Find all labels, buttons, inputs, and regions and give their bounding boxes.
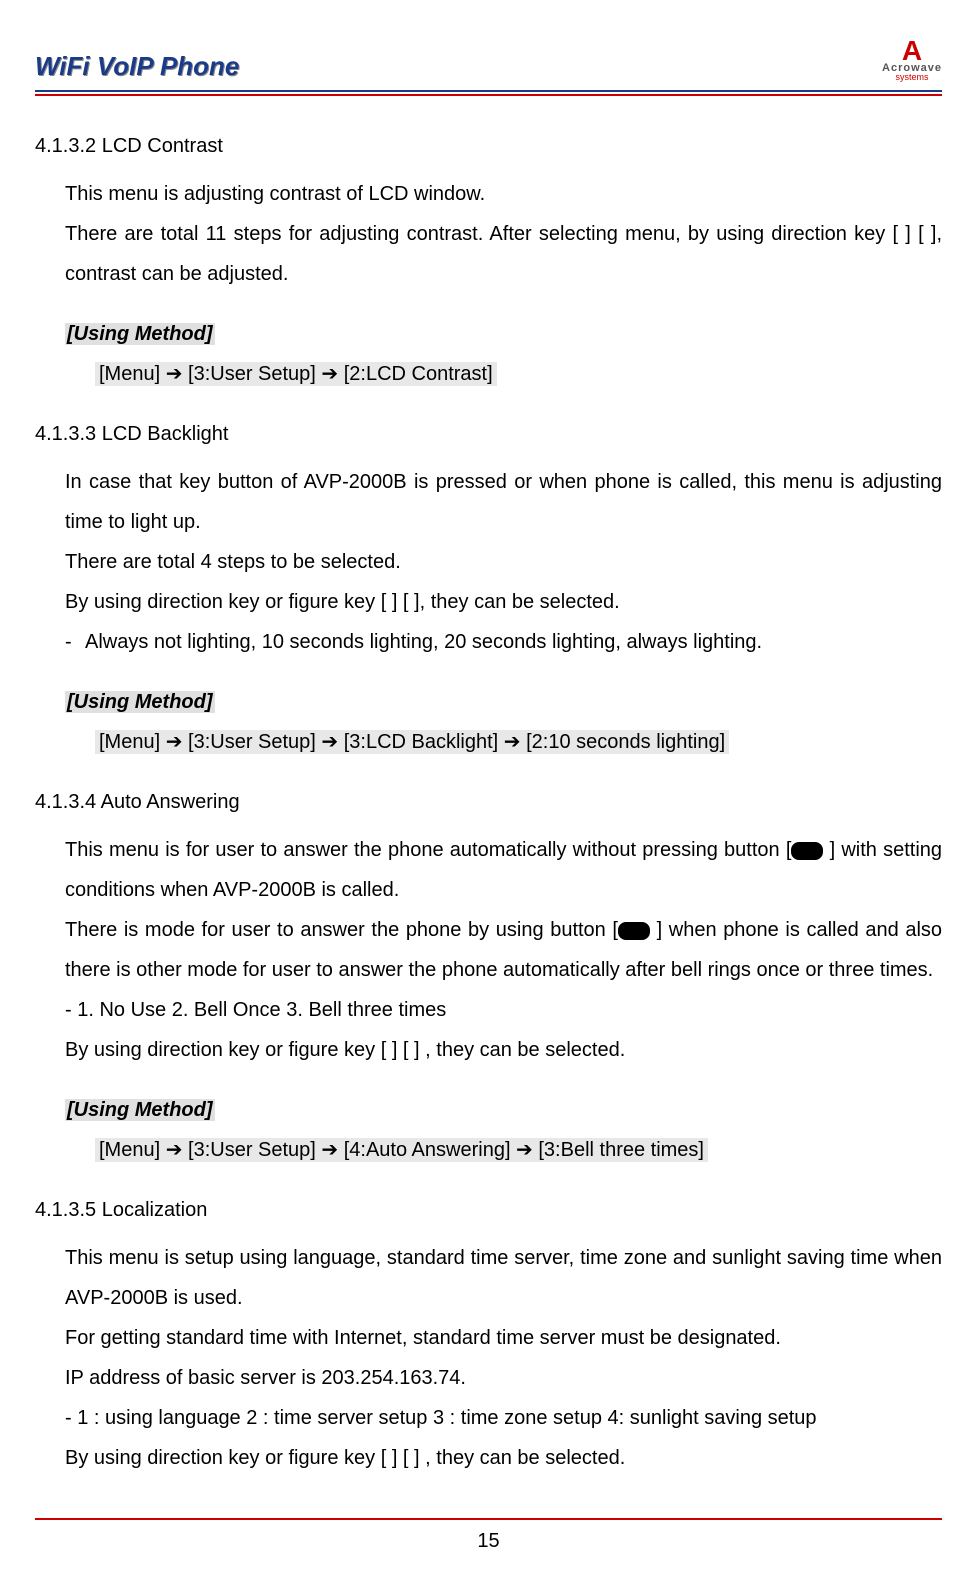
list-dash: - <box>65 622 85 662</box>
logo-icon: A <box>902 40 922 62</box>
page-number: 15 <box>35 1525 942 1563</box>
body-text: There is mode for user to answer the pho… <box>65 910 942 990</box>
using-method-label: [Using Method] <box>65 691 215 713</box>
body-text: By using direction key or figure key [ ]… <box>65 1030 942 1070</box>
body-text: For getting standard time with Internet,… <box>65 1318 942 1358</box>
list-item: - Always not lighting, 10 seconds lighti… <box>65 622 942 662</box>
list-text: Always not lighting, 10 seconds lighting… <box>85 631 762 653</box>
section-heading-localization: 4.1.3.5 Localization <box>35 1190 942 1230</box>
using-method-path-wrap: [Menu] ➔ [3:User Setup] ➔ [2:LCD Contras… <box>35 354 942 394</box>
section-body: This menu is setup using language, stand… <box>35 1238 942 1478</box>
body-text: This menu is for user to answer the phon… <box>65 830 942 910</box>
body-text: By using direction key or figure key [ ]… <box>65 582 942 622</box>
body-text: By using direction key or figure key [ ]… <box>65 1438 942 1478</box>
list-item: - 1. No Use 2. Bell Once 3. Bell three t… <box>65 990 942 1030</box>
body-text: There are total 4 steps to be selected. <box>65 542 942 582</box>
page-title: WiFi VoIP Phone <box>35 51 239 82</box>
phone-icon <box>618 922 650 940</box>
using-method-label: [Using Method] <box>65 1099 215 1121</box>
body-text: This menu is setup using language, stand… <box>65 1238 942 1318</box>
section-heading-lcd-backlight: 4.1.3.3 LCD Backlight <box>35 414 942 454</box>
using-method-path: [Menu] ➔ [3:User Setup] ➔ [4:Auto Answer… <box>95 1138 708 1162</box>
using-method-path: [Menu] ➔ [3:User Setup] ➔ [3:LCD Backlig… <box>95 730 729 754</box>
header-divider-blue <box>35 90 942 92</box>
using-method-path: [Menu] ➔ [3:User Setup] ➔ [2:LCD Contras… <box>95 362 497 386</box>
phone-icon <box>791 842 823 860</box>
body-text: There are total 11 steps for adjusting c… <box>65 214 942 294</box>
body-text: In case that key button of AVP-2000B is … <box>65 462 942 542</box>
using-method-path-wrap: [Menu] ➔ [3:User Setup] ➔ [3:LCD Backlig… <box>35 722 942 762</box>
acrowave-logo: A Acrowave systems <box>882 40 942 82</box>
header-divider-red <box>35 94 942 96</box>
section-body: In case that key button of AVP-2000B is … <box>35 462 942 722</box>
section-body: This menu is adjusting contrast of LCD w… <box>35 174 942 354</box>
footer-divider <box>35 1518 942 1520</box>
section-body: This menu is for user to answer the phon… <box>35 830 942 1130</box>
text-part: There is mode for user to answer the pho… <box>65 919 618 941</box>
body-text: IP address of basic server is 203.254.16… <box>65 1358 942 1398</box>
section-heading-lcd-contrast: 4.1.3.2 LCD Contrast <box>35 126 942 166</box>
text-part: This menu is for user to answer the phon… <box>65 839 791 861</box>
list-item: - 1 : using language 2 : time server set… <box>65 1398 942 1438</box>
using-method-path-wrap: [Menu] ➔ [3:User Setup] ➔ [4:Auto Answer… <box>35 1130 942 1170</box>
section-heading-auto-answering: 4.1.3.4 Auto Answering <box>35 782 942 822</box>
body-text: This menu is adjusting contrast of LCD w… <box>65 174 942 214</box>
logo-sub: systems <box>896 72 929 82</box>
using-method-label: [Using Method] <box>65 323 215 345</box>
